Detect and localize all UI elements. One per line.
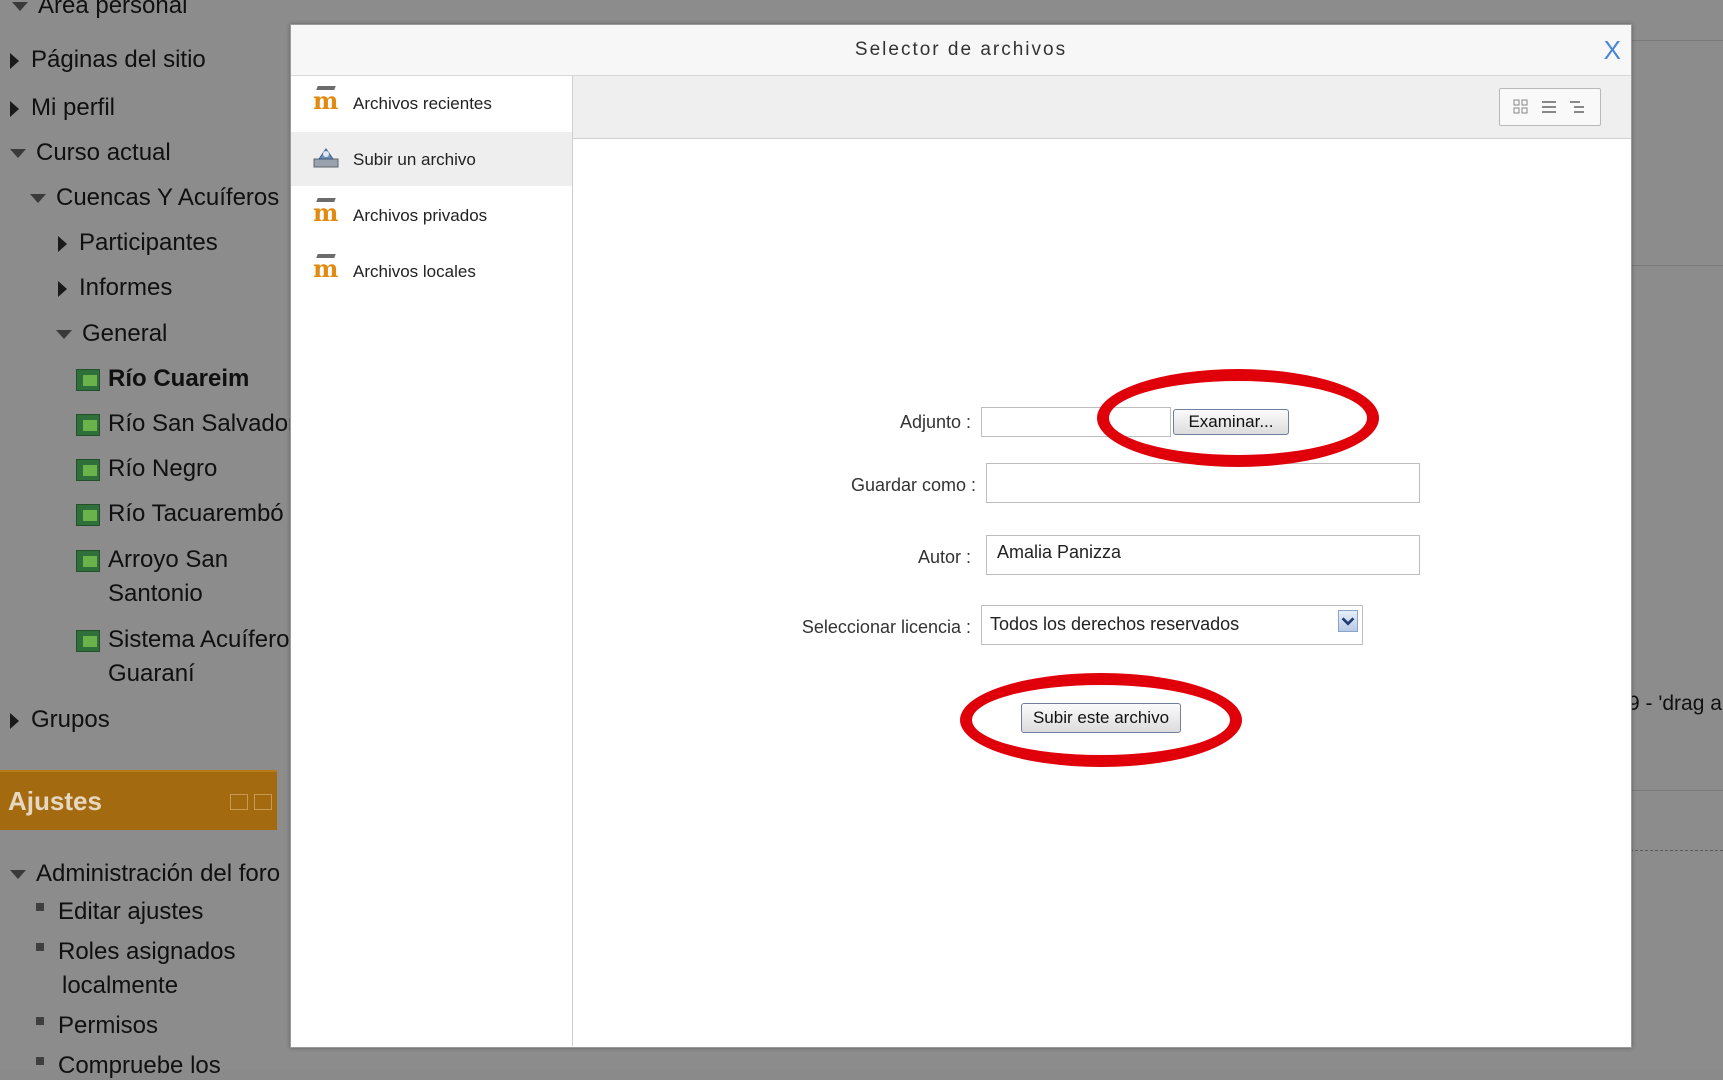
expanded-arrow-icon (56, 330, 72, 340)
nav-item-sistema-acuifero-cont: Guaraní (108, 660, 195, 687)
view-switcher (1499, 88, 1601, 126)
dialog-toolbar (573, 76, 1631, 139)
collapsed-arrow-icon (10, 100, 19, 117)
nav-item-rio-negro[interactable]: Río Negro (76, 455, 217, 483)
list-view-icon[interactable] (1540, 98, 1558, 116)
nav-item-rio-san-salvador[interactable]: Río San Salvador (76, 410, 296, 438)
block-dock-icon[interactable] (230, 794, 248, 810)
bg-right-snippet: 9 - 'drag and (1628, 692, 1723, 715)
forum-icon (76, 630, 100, 652)
bg-divider (1630, 265, 1723, 266)
bg-divider (1630, 40, 1723, 41)
forum-icon (76, 504, 100, 526)
autor-label: Autor : (917, 547, 971, 567)
moodle-icon: m (313, 198, 339, 227)
adjunto-label: Adjunto : (899, 412, 971, 432)
guardar-como-label: Guardar como : (850, 475, 976, 495)
nav-item-informes[interactable]: Informes (58, 274, 172, 302)
bg-divider (1630, 790, 1723, 791)
nav-item-rio-tacuarembo[interactable]: Río Tacuarembó (76, 500, 284, 528)
expanded-arrow-icon (10, 149, 26, 159)
repo-subir-archivo[interactable]: Subir un archivo (291, 132, 572, 186)
dialog-title: Selector de archivos (854, 39, 1068, 60)
repo-archivos-privados[interactable]: m Archivos privados (291, 188, 572, 242)
bg-divider (1630, 850, 1723, 852)
bullet-icon (36, 942, 44, 951)
nav-item-curso-actual[interactable]: Curso actual (10, 139, 171, 167)
collapsed-arrow-icon (58, 235, 67, 252)
expanded-arrow-icon (30, 194, 46, 204)
nav-item-mi-perfil[interactable]: Mi perfil (10, 94, 115, 122)
licencia-label: Seleccionar licencia : (801, 617, 971, 637)
subir-archivo-button[interactable]: Subir este archivo (1021, 703, 1181, 733)
upload-icon (313, 148, 339, 168)
ajustes-block-header: Ajustes (0, 770, 277, 830)
forum-icon (76, 550, 100, 572)
repo-archivos-recientes[interactable]: m Archivos recientes (291, 76, 572, 130)
collapsed-arrow-icon (10, 712, 19, 729)
nav-item-editar-ajustes[interactable]: Editar ajustes (36, 898, 203, 926)
adjunto-file-field[interactable] (981, 407, 1171, 437)
chevron-down-icon[interactable] (1338, 610, 1358, 632)
block-hide-icon[interactable] (254, 794, 272, 810)
nav-item-area-personal[interactable]: Área personal (12, 0, 187, 20)
nav-item-general[interactable]: General (56, 320, 167, 348)
sidebar: Área personal Páginas del sitio Mi perfi… (0, 0, 296, 1079)
ajustes-title: Ajustes (8, 786, 102, 816)
repository-list: m Archivos recientes Subir un archivo m … (291, 76, 573, 1046)
nav-item-paginas-sitio[interactable]: Páginas del sitio (10, 46, 206, 74)
moodle-icon: m (313, 254, 339, 283)
forum-icon (76, 459, 100, 481)
icon-view-icon[interactable] (1512, 98, 1530, 116)
repo-archivos-locales[interactable]: m Archivos locales (291, 244, 572, 298)
file-picker-dialog: Selector de archivos X m Archivos recien… (290, 24, 1632, 1048)
nav-item-compruebe[interactable]: Compruebe los (36, 1052, 221, 1080)
nav-item-arroyo-san-santonio-cont: Santonio (108, 580, 203, 607)
licencia-select[interactable]: Todos los derechos reservados (981, 605, 1363, 645)
expanded-arrow-icon (12, 2, 28, 12)
dialog-header: Selector de archivos X (291, 25, 1631, 76)
nav-item-roles-asignados-cont: localmente (62, 972, 179, 999)
tree-view-icon[interactable] (1568, 98, 1586, 116)
nav-item-grupos[interactable]: Grupos (10, 706, 110, 734)
bullet-icon (36, 1056, 44, 1065)
expanded-arrow-icon (10, 870, 26, 880)
collapsed-arrow-icon (10, 52, 19, 69)
moodle-icon: m (313, 86, 339, 115)
autor-input[interactable]: Amalia Panizza (986, 535, 1420, 575)
nav-item-roles-asignados[interactable]: Roles asignados (36, 938, 235, 966)
nav-item-rio-cuareim[interactable]: Río Cuareim (76, 365, 249, 393)
nav-item-cuencas[interactable]: Cuencas Y Acuíferos (30, 184, 279, 212)
nav-item-arroyo-san-santonio[interactable]: Arroyo San (76, 546, 228, 574)
nav-item-admin-foro[interactable]: Administración del foro (10, 860, 280, 888)
collapsed-arrow-icon (58, 280, 67, 297)
bullet-icon (36, 902, 44, 911)
nav-item-participantes[interactable]: Participantes (58, 229, 218, 257)
forum-icon (76, 414, 100, 436)
close-icon[interactable]: X (1604, 37, 1621, 63)
nav-item-permisos[interactable]: Permisos (36, 1012, 158, 1040)
forum-icon (76, 369, 100, 391)
guardar-como-input[interactable] (986, 463, 1420, 503)
bullet-icon (36, 1016, 44, 1025)
nav-item-sistema-acuifero[interactable]: Sistema Acuífero (76, 626, 289, 654)
examinar-button[interactable]: Examinar... (1173, 409, 1289, 435)
